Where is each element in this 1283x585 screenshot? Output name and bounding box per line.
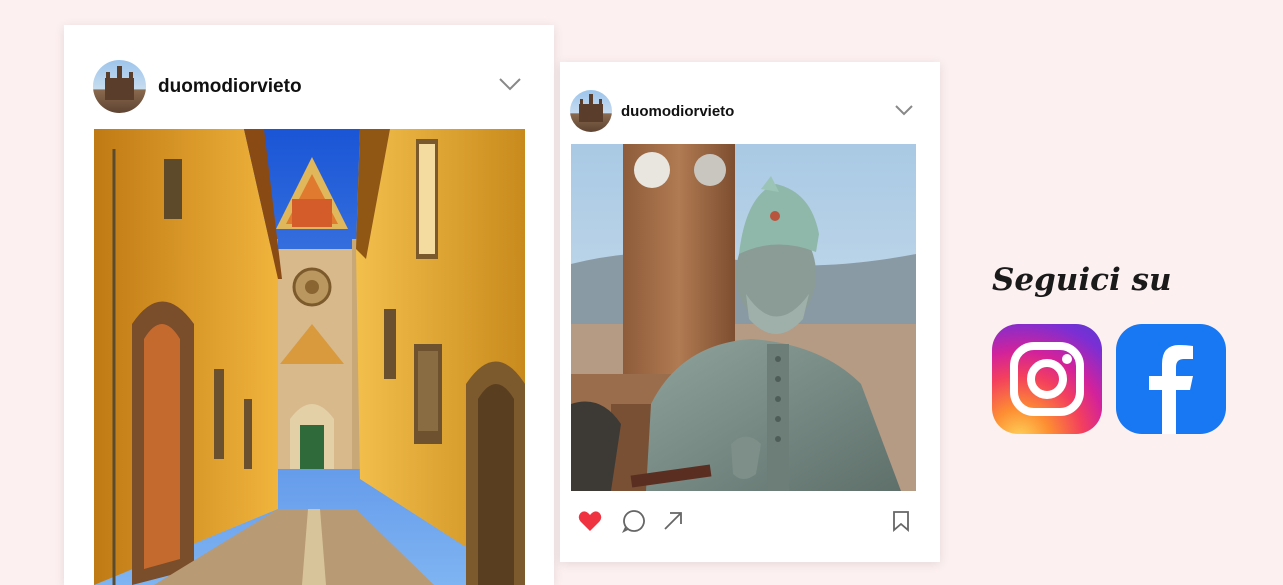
post-header: duomodiorvieto xyxy=(570,90,734,132)
avatar[interactable] xyxy=(570,90,612,132)
post-photo xyxy=(94,129,525,585)
instagram-post-card-1: duomodiorvieto xyxy=(64,25,554,585)
post-photo xyxy=(571,144,916,491)
username[interactable]: duomodiorvieto xyxy=(158,76,302,98)
instagram-post-card-2: duomodiorvieto xyxy=(560,62,940,562)
bookmark-icon[interactable] xyxy=(891,510,911,532)
follow-us-heading: Seguici su xyxy=(992,262,1172,298)
chevron-down-icon[interactable] xyxy=(894,104,914,116)
chevron-down-icon[interactable] xyxy=(498,77,522,91)
username[interactable]: duomodiorvieto xyxy=(621,103,734,120)
post-header: duomodiorvieto xyxy=(93,60,302,113)
instagram-icon[interactable] xyxy=(992,324,1102,434)
avatar[interactable] xyxy=(93,60,146,113)
share-arrow-icon[interactable] xyxy=(662,510,684,532)
heart-icon[interactable] xyxy=(578,510,602,532)
facebook-icon[interactable] xyxy=(1116,324,1226,434)
comment-icon[interactable] xyxy=(622,509,646,533)
post-actions xyxy=(578,508,918,538)
